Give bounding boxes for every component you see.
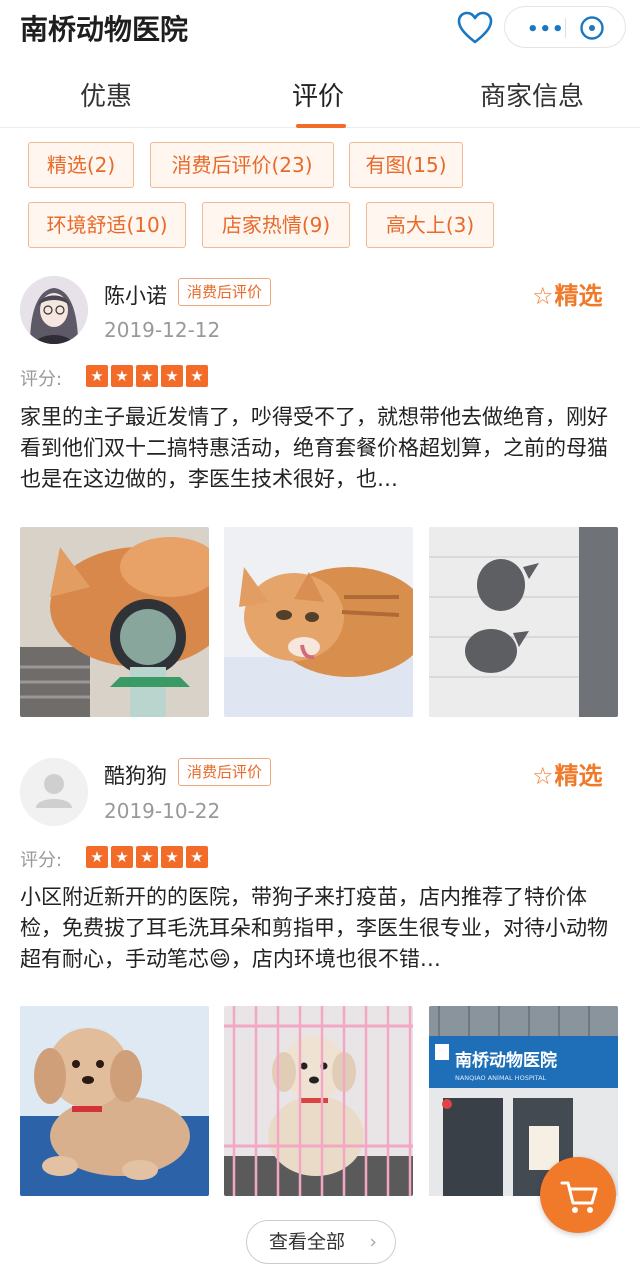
purchase-review-badge: 消费后评价 (178, 278, 272, 306)
store-sign-text: 南桥动物医院 (455, 1050, 557, 1071)
username[interactable]: 陈小诺 (104, 280, 167, 310)
review-photo-cat-anesthesia[interactable] (20, 527, 209, 717)
star-outline-icon: ☆ (532, 282, 554, 310)
star-icon: ★ (186, 846, 208, 868)
review-text[interactable]: 小区附近新开的的医院，带狗子来打疫苗，店内推荐了特价体检，免费拔了耳毛洗耳朵和剪… (20, 882, 620, 975)
tag-featured[interactable]: 精选(2) (28, 142, 134, 188)
tab-merchant-info[interactable]: 商家信息 (480, 76, 584, 113)
avatar[interactable] (20, 276, 88, 344)
chevron-right-icon: › (369, 1231, 377, 1253)
tag-after-purchase[interactable]: 消费后评价(23) (150, 142, 334, 188)
star-icon: ★ (136, 846, 158, 868)
score-label: 评分: (20, 369, 63, 390)
see-all-button[interactable]: 查看全部 › (246, 1220, 396, 1264)
review-date: 2019-10-22 (104, 799, 221, 823)
star-outline-icon: ☆ (532, 762, 554, 790)
purchase-review-badge: 消费后评价 (178, 758, 272, 786)
star-icon: ★ (161, 846, 183, 868)
tab-bar: 优惠 评价 商家信息 (0, 70, 640, 128)
score-label: 评分: (20, 850, 63, 871)
featured-label: ☆精选 (532, 282, 603, 310)
star-icon: ★ (186, 365, 208, 387)
star-icon: ★ (161, 365, 183, 387)
page-title: 南桥动物医院 (20, 13, 189, 46)
store-sign-english: NANQIAO ANIMAL HOSPITAL (455, 1074, 547, 1082)
tag-with-photos[interactable]: 有图(15) (349, 142, 463, 188)
close-target-icon[interactable] (579, 15, 605, 41)
tab-discount[interactable]: 优惠 (80, 76, 132, 113)
tag-upscale[interactable]: 高大上(3) (366, 202, 494, 248)
review-photo-cat-lying[interactable] (224, 527, 413, 717)
featured-label: ☆精选 (532, 762, 603, 790)
mini-program-capsule: ••• (504, 6, 626, 48)
star-icon: ★ (111, 846, 133, 868)
review-date: 2019-12-12 (104, 318, 221, 342)
shopping-cart-button[interactable] (540, 1157, 616, 1233)
more-dots-icon[interactable]: ••• (527, 19, 565, 40)
avatar[interactable] (20, 758, 88, 826)
tab-reviews[interactable]: 评价 (292, 76, 344, 113)
star-icon: ★ (136, 365, 158, 387)
star-icon: ★ (111, 365, 133, 387)
review-photo-dog-on-table[interactable] (20, 1006, 209, 1196)
favorite-heart-icon[interactable] (456, 10, 494, 46)
cart-icon (560, 1181, 598, 1213)
tag-comfortable-environment[interactable]: 环境舒适(10) (28, 202, 186, 248)
username[interactable]: 酷狗狗 (104, 760, 167, 790)
active-tab-indicator (296, 124, 346, 128)
review-photo-removed-tissue[interactable] (429, 527, 618, 717)
tag-friendly-staff[interactable]: 店家热情(9) (202, 202, 350, 248)
header: 南桥动物医院 ••• (0, 0, 640, 56)
rating-stars: ★ ★ ★ ★ ★ (86, 846, 208, 868)
review-photo-dog-in-cage[interactable] (224, 1006, 413, 1196)
rating-stars: ★ ★ ★ ★ ★ (86, 365, 208, 387)
capsule-divider (565, 18, 566, 38)
star-icon: ★ (86, 365, 108, 387)
star-icon: ★ (86, 846, 108, 868)
review-text[interactable]: 家里的主子最近发情了，吵得受不了，就想带他去做绝育，刚好看到他们双十二搞特惠活动… (20, 402, 620, 495)
